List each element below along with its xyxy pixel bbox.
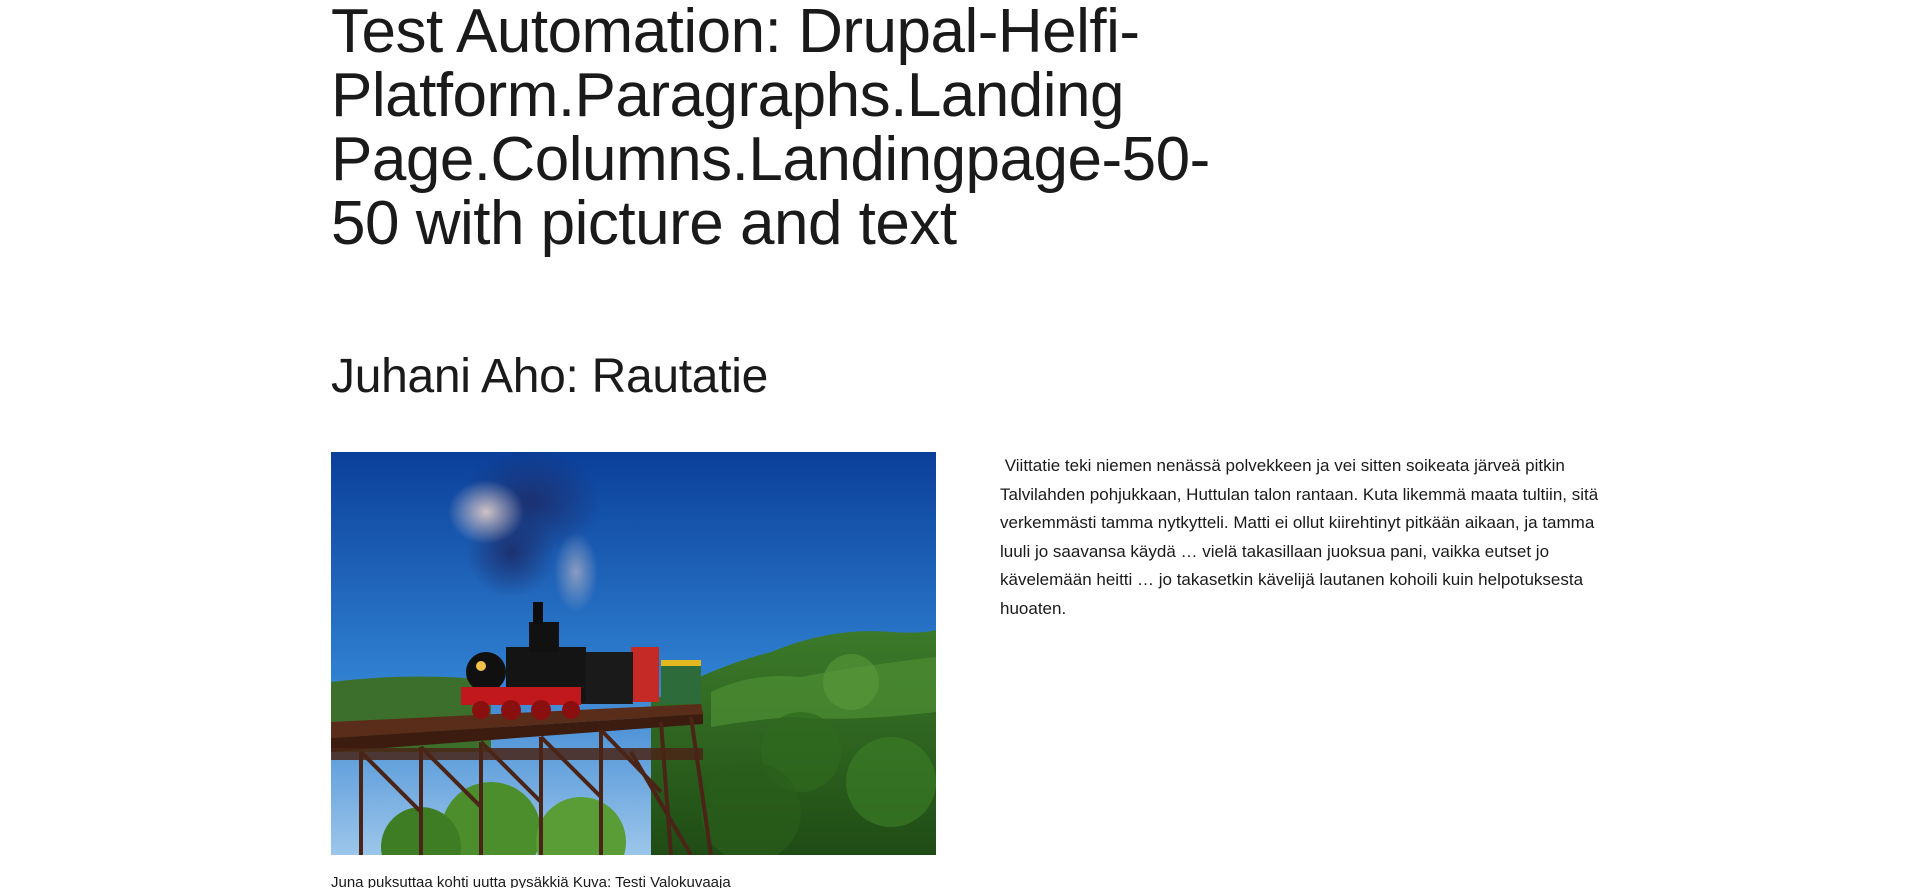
train-photo — [331, 452, 936, 855]
image-caption: Juna puksuttaa kohti uutta pysäkkiä Kuva… — [331, 874, 731, 888]
body-paragraph: Viittatie teki niemen nenässä polvekkeen… — [1000, 456, 1603, 618]
image-figure: Juna puksuttaa kohti uutta pysäkkiä Kuva… — [331, 452, 936, 888]
page: Test Automation: Drupal-Helfi-Platform.P… — [0, 0, 1920, 888]
section-title: Juhani Aho: Rautatie — [331, 350, 768, 403]
page-title: Test Automation: Drupal-Helfi-Platform.P… — [331, 0, 1210, 258]
